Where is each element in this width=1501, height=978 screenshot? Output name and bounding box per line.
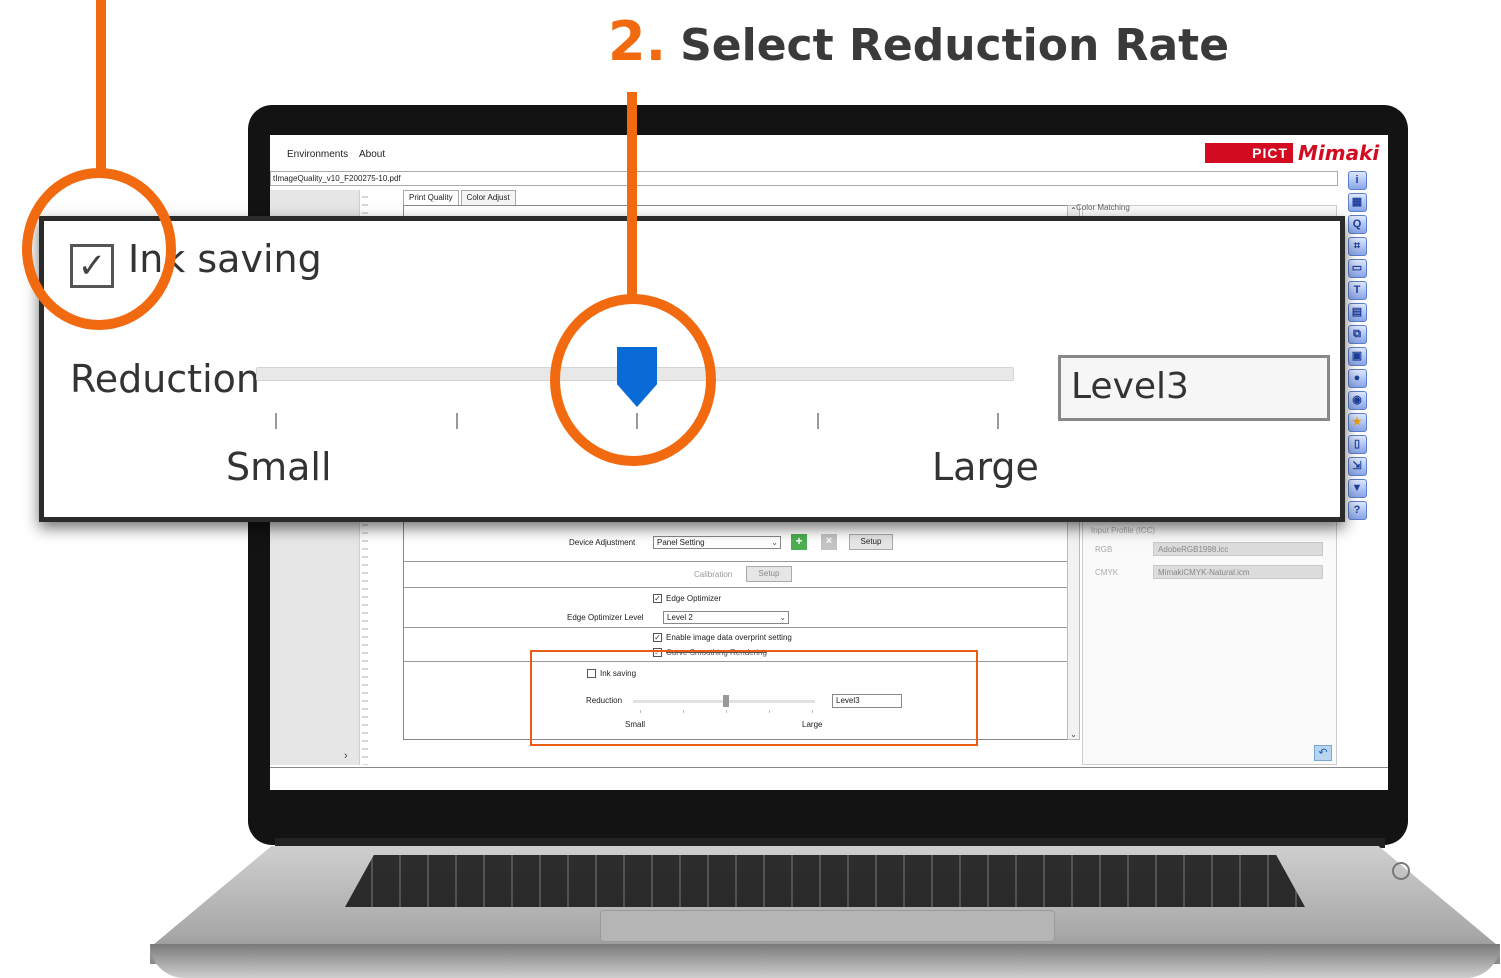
pict-logo-text: PICT [1252, 145, 1288, 161]
trash-icon[interactable]: ▼ [1347, 479, 1367, 498]
calibration-setup-button[interactable]: Setup [746, 566, 792, 582]
text-icon[interactable]: T [1347, 281, 1367, 300]
laptop-base-edge [150, 944, 1500, 978]
layers-icon[interactable]: ▤ [1347, 303, 1367, 322]
pict-logo: PICT [1205, 143, 1293, 163]
copy-icon[interactable]: ⧉ [1347, 325, 1367, 344]
chevron-down-icon: ⌄ [771, 538, 778, 547]
info-icon[interactable]: i [1347, 171, 1367, 190]
favorite-icon[interactable]: ★ [1347, 413, 1367, 432]
cmyk-label: CMYK [1095, 568, 1119, 577]
zoom-large-label: Large [932, 445, 1039, 489]
step-annotation: 2. Select Reduction Rate [608, 10, 1229, 80]
input-profile-label: Input Profile (ICC) [1091, 526, 1156, 535]
rgb-profile-value: AdobeRGB1998.icc [1158, 545, 1229, 554]
cmyk-profile-value: MimakiCMYK-Natural.icm [1158, 568, 1250, 577]
rgb-profile-dropdown[interactable]: AdobeRGB1998.icc [1153, 542, 1323, 556]
settings-tabs: Print Quality Color Adjust [403, 190, 518, 205]
calibration-row: Calibration Setup [404, 562, 1067, 588]
scroll-down-icon[interactable]: ⌄ [1068, 730, 1079, 739]
callout-line-ink-saving [96, 0, 106, 172]
laptop-touchpad [600, 910, 1055, 942]
device-adjustment-dropdown[interactable]: Panel Setting ⌄ [653, 536, 781, 549]
add-icon[interactable]: + [791, 534, 807, 550]
device-adjustment-row: Device Adjustment Panel Setting ⌄ + × Se… [404, 524, 1067, 562]
tab-print-quality[interactable]: Print Quality [403, 190, 459, 205]
edge-optimizer-level-dropdown[interactable]: Level 2 ⌄ [663, 611, 789, 624]
file-name-field: tImageQuality_v10_F200275-10.pdf [270, 171, 1338, 186]
edge-optimizer-level-label: Edge Optimizer Level [567, 613, 644, 622]
menu-about[interactable]: About [359, 149, 385, 160]
zoom-slider-tick [275, 413, 277, 429]
callout-line-reduction [627, 92, 637, 298]
delete-icon[interactable]: × [821, 534, 837, 550]
help-icon[interactable]: ? [1347, 501, 1367, 520]
document-icon[interactable]: ▯ [1347, 435, 1367, 454]
frame-icon[interactable]: ▭ [1347, 259, 1367, 278]
zoom-reduction-label: Reduction [70, 357, 260, 401]
menu-environments[interactable]: Environments [287, 149, 348, 160]
power-button-icon [1392, 862, 1410, 880]
overprint-label: Enable image data overprint setting [666, 633, 792, 642]
move-icon[interactable]: ⇲ [1347, 457, 1367, 476]
callout-circle-checkbox [22, 168, 176, 330]
cmyk-profile-dropdown[interactable]: MimakiCMYK-Natural.icm [1153, 565, 1323, 579]
search-icon[interactable]: Q [1347, 215, 1367, 234]
laptop-keyboard [345, 855, 1305, 907]
zoom-slider-tick [997, 413, 999, 429]
expand-chevron-icon[interactable]: › [344, 750, 348, 762]
zoom-reduction-level-field: Level3 [1058, 355, 1330, 421]
crop-icon[interactable]: ⌗ [1347, 237, 1367, 256]
callout-circle-slider [550, 294, 716, 466]
chevron-down-icon: ⌄ [779, 613, 786, 622]
overprint-checkbox[interactable]: ✓ [653, 633, 662, 642]
device-setup-button[interactable]: Setup [849, 534, 893, 550]
mimaki-logo: Mimaki [1298, 141, 1380, 165]
palette-icon[interactable]: ◉ [1347, 391, 1367, 410]
image-icon[interactable]: ▣ [1347, 347, 1367, 366]
tab-color-adjust[interactable]: Color Adjust [460, 190, 516, 205]
rgb-label: RGB [1095, 545, 1113, 554]
edge-optimizer-level-value: Level 2 [667, 613, 693, 622]
color-icon[interactable]: ● [1347, 369, 1367, 388]
undo-icon[interactable]: ↶ [1314, 745, 1332, 761]
edge-optimizer-row: ✓ Edge Optimizer Edge Optimizer Level Le… [404, 588, 1067, 628]
zoom-small-label: Small [226, 445, 332, 489]
edge-optimizer-checkbox[interactable]: ✓ [653, 594, 662, 603]
menu-bar: Environments About PICT Mimaki [270, 135, 1388, 169]
device-adjustment-label: Device Adjustment [569, 538, 636, 547]
edge-optimizer-label: Edge Optimizer [666, 594, 722, 603]
zoom-slider-tick [816, 413, 819, 429]
zoom-slider-tick [455, 413, 458, 429]
color-matching-label: Color Matching [1076, 203, 1130, 212]
status-divider [270, 767, 1388, 768]
tool-sidebar: i ▦ Q ⌗ ▭ T ▤ ⧉ ▣ ● ◉ ★ ▯ ⇲ ▼ ? [1346, 171, 1368, 586]
step-number: 2. [608, 10, 667, 73]
calibration-label: Calibration [694, 570, 733, 579]
ink-saving-highlight [530, 650, 978, 746]
layout-icon[interactable]: ▦ [1347, 193, 1367, 212]
device-adjustment-value: Panel Setting [657, 538, 705, 547]
step-title: Select Reduction Rate [680, 20, 1230, 71]
